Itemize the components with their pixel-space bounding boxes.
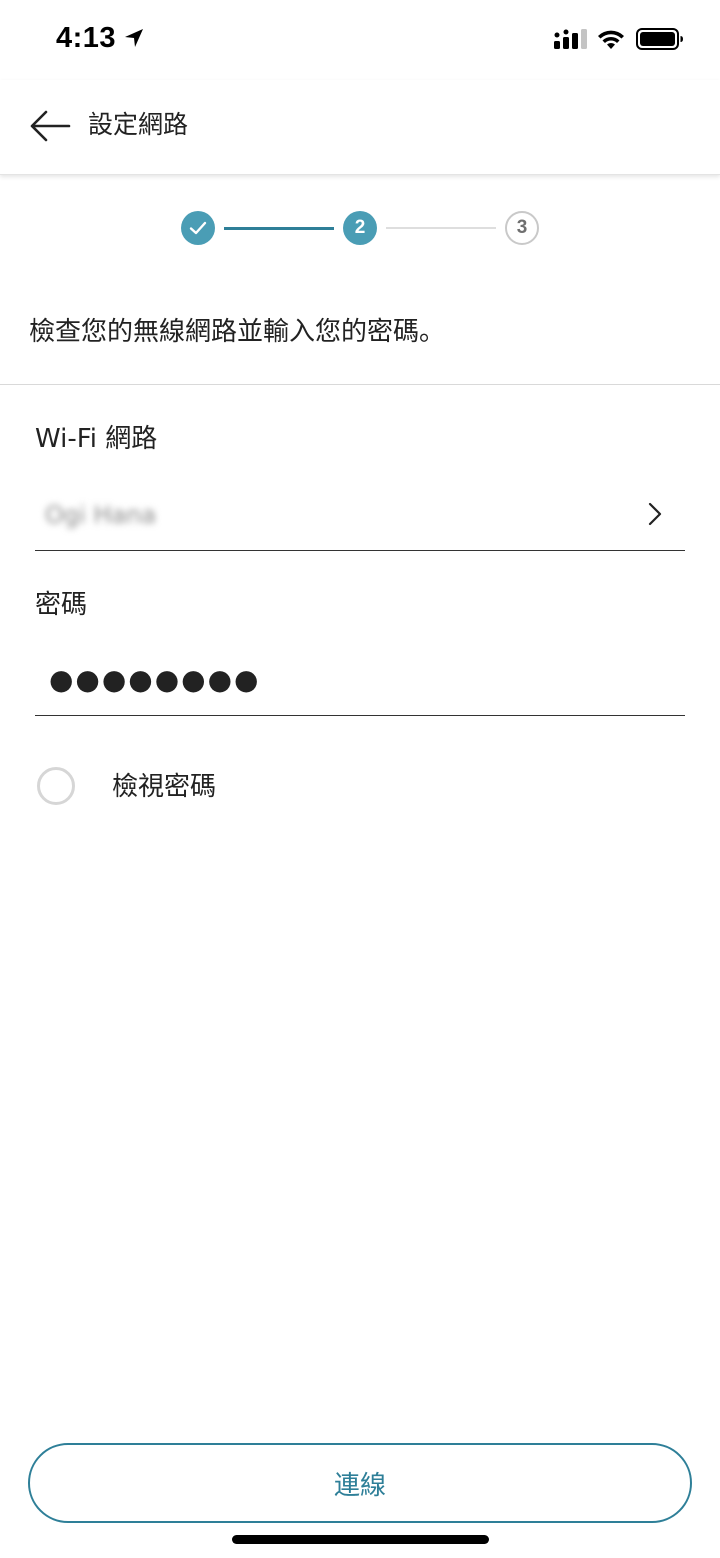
- cellular-signal-icon: [554, 29, 587, 49]
- wifi-network-label: Wi-Fi 網路: [35, 424, 158, 454]
- back-button[interactable]: [22, 104, 76, 148]
- chevron-right-icon: [648, 502, 662, 526]
- step-connector-upcoming: [386, 227, 496, 229]
- connect-button[interactable]: 連線: [28, 1443, 692, 1523]
- section-divider: [0, 384, 720, 385]
- progress-stepper: 2 3: [0, 200, 720, 260]
- checkmark-icon: [189, 221, 207, 235]
- step-2-current: 2: [343, 211, 377, 245]
- password-input[interactable]: [49, 657, 669, 701]
- wifi-icon: [598, 30, 624, 49]
- app-header: 設定網路: [0, 80, 720, 175]
- instruction-text: 檢查您的無線網路並輸入您的密碼。: [29, 317, 446, 347]
- arrow-left-icon: [30, 110, 71, 142]
- password-label: 密碼: [35, 590, 88, 620]
- page-title: 設定網路: [88, 110, 189, 139]
- show-password-radio[interactable]: [37, 767, 75, 805]
- connect-button-label: 連線: [333, 1470, 386, 1501]
- wifi-network-name: Ogi Hana: [45, 501, 157, 529]
- step-3-upcoming: 3: [505, 211, 539, 245]
- show-password-label: 檢視密碼: [112, 772, 217, 802]
- home-indicator: [232, 1535, 489, 1544]
- step-connector-completed: [224, 227, 334, 230]
- step-1-completed: [181, 211, 215, 245]
- status-bar: 4:13: [0, 0, 720, 80]
- password-field-container: [35, 645, 685, 716]
- show-password-toggle[interactable]: 檢視密碼: [37, 765, 297, 811]
- location-arrow-icon: [125, 29, 143, 47]
- wifi-network-selector[interactable]: Ogi Hana: [35, 480, 685, 551]
- battery-icon: [636, 28, 683, 50]
- status-time: 4:13: [56, 22, 117, 54]
